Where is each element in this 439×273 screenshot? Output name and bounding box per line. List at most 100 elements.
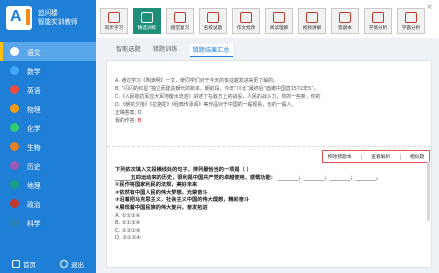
content-card: A. 通过学习《陶渊明》一文，使同学们对于今天的象征越发进来更了解的。 B. “… bbox=[106, 60, 432, 268]
q2-intro-prefix: ______五四运动来的历史，很利是中国共产党的卓越使用，感慨功能： bbox=[115, 174, 276, 181]
sidebar-item-label: 语文 bbox=[27, 48, 41, 57]
tool-icon bbox=[108, 12, 120, 23]
sidebar-item[interactable]: 数学 bbox=[0, 61, 96, 80]
sidebar-item-label: 物理 bbox=[27, 105, 41, 114]
toolbar-button[interactable]: 视频讲解 bbox=[298, 8, 326, 34]
brand-text: 追问楼 智能实训教师 bbox=[38, 9, 78, 27]
q2-choice-c[interactable]: C. ①③②④ bbox=[115, 228, 427, 236]
subject-icon bbox=[10, 85, 19, 94]
brand-line2: 智能实训教师 bbox=[38, 18, 78, 26]
action-separator bbox=[399, 153, 401, 160]
tab[interactable]: 错题训练 bbox=[153, 44, 178, 57]
sidebar-item[interactable]: 生物 bbox=[0, 137, 96, 156]
sidebar-item-label: 地理 bbox=[27, 181, 41, 190]
sidebar: A 追问楼 智能实训教师 语文数学英语物理化学生物历史地理政治科学 首页 退出 bbox=[0, 0, 96, 273]
correct-answer-value: D bbox=[137, 110, 142, 116]
subject-icon bbox=[10, 142, 19, 151]
my-answer: 我的作答: B bbox=[115, 117, 421, 125]
tool-icon bbox=[339, 12, 351, 23]
correct-answer-label: 正确答案: bbox=[115, 110, 137, 116]
tool-icon bbox=[207, 12, 219, 23]
sidebar-item-label: 数学 bbox=[27, 67, 41, 76]
subject-icon bbox=[10, 66, 19, 75]
toolbar-button-label: 视频讲解 bbox=[302, 26, 322, 31]
my-answer-label: 我的作答: bbox=[115, 118, 137, 124]
divider bbox=[107, 146, 431, 147]
question-actions: 移除错题本 查看解析 相似题 bbox=[322, 150, 430, 163]
toolbar-button[interactable]: 随堂复习 bbox=[166, 8, 194, 34]
action-separator bbox=[360, 153, 362, 160]
q1-option-c: C.《入民航抗军应大军地瓣水流泡》讲述了在敌方上的战役，人民的战斗力，你的一些新… bbox=[115, 94, 321, 100]
sidebar-item-label: 生物 bbox=[27, 143, 41, 152]
toolbar-button-label: 同步学习 bbox=[104, 26, 124, 31]
subject-nav: 语文数学英语物理化学生物历史地理政治科学 bbox=[0, 42, 96, 232]
subject-icon bbox=[10, 199, 19, 208]
question-1: A. 通过学习《陶渊明》一文，使同学们对于今天的象征越发进来更了解的。 B. “… bbox=[115, 77, 421, 125]
sidebar-item[interactable]: 物理 bbox=[0, 99, 96, 118]
toolbar-button[interactable]: 名校试题 bbox=[199, 8, 227, 34]
q2-choice-a[interactable]: A. ①②③④ bbox=[115, 213, 427, 221]
exit-label: 退出 bbox=[71, 261, 84, 269]
q1-option-d: D.《朝花夕拾》《拉骆驼》《经典传承阅》等作品对于中国的一般观看，也的一般人。 bbox=[115, 102, 297, 108]
toolbar-button[interactable]: 学霸分析 bbox=[397, 8, 425, 34]
sidebar-item-label: 历史 bbox=[27, 162, 41, 171]
sidebar-item-label: 政治 bbox=[27, 200, 41, 209]
tool-icon bbox=[174, 12, 186, 23]
q2-stem: 下列依次填入文段横线处的句子，排列最恰当的一项是（ ） bbox=[115, 167, 252, 173]
toolbar: × 同步学习 精选训练 随堂复习 名校试题 作文批改 阅读理解 视频讲解 错题本 学情分析 学霸分… bbox=[96, 0, 439, 38]
toolbar-button-label: 学情分析 bbox=[368, 26, 388, 31]
toolbar-button[interactable]: 精选训练 bbox=[133, 8, 161, 34]
sidebar-item-label: 英语 bbox=[27, 86, 41, 95]
subject-icon bbox=[10, 218, 19, 227]
toolbar-button-label: 精选训练 bbox=[137, 26, 157, 31]
sidebar-item[interactable]: 地理 bbox=[0, 175, 96, 194]
tab[interactable]: 错题结果汇总 bbox=[189, 44, 233, 57]
q2-choice-b[interactable]: B. ②①③④ bbox=[115, 220, 427, 228]
my-answer-value: B bbox=[137, 118, 142, 124]
view-analysis-link[interactable]: 查看解析 bbox=[371, 153, 390, 160]
q2-choice-d[interactable]: D. ③①②④ bbox=[115, 235, 427, 243]
tool-icon bbox=[372, 12, 384, 23]
toolbar-button[interactable]: 同步学习 bbox=[100, 8, 128, 34]
question-2: 下列依次填入文段横线处的句子，排列最恰当的一项是（ ） ______五四运动来的… bbox=[115, 167, 427, 243]
home-button[interactable]: 首页 bbox=[12, 259, 36, 269]
subject-icon bbox=[10, 123, 19, 132]
sidebar-item-label: 化学 bbox=[27, 124, 41, 133]
subject-icon bbox=[10, 180, 19, 189]
tool-icon bbox=[240, 12, 252, 23]
sidebar-item[interactable]: 科学 bbox=[0, 213, 96, 232]
sidebar-item[interactable]: 英语 bbox=[0, 80, 96, 99]
logo-accent bbox=[26, 9, 30, 25]
sidebar-item[interactable]: 语文 bbox=[0, 42, 96, 61]
q2-intro-blanks: ________；________；________；________。 bbox=[277, 174, 382, 181]
correct-answer: 正确答案: D bbox=[115, 109, 421, 117]
remove-from-wrongbook-link[interactable]: 移除错题本 bbox=[328, 153, 352, 160]
exit-button[interactable]: 退出 bbox=[60, 259, 84, 269]
tool-icon bbox=[141, 12, 153, 23]
home-label: 首页 bbox=[23, 261, 36, 269]
q2-item-3: ③沿着把马克思主义，社会主义中国的伟大理想，精彩奋斗 bbox=[115, 197, 250, 204]
sidebar-item[interactable]: 政治 bbox=[0, 194, 96, 213]
q2-item-4: ④展现着中国民族的伟大复兴，奋发拓进 bbox=[115, 204, 208, 211]
scrollbar[interactable] bbox=[427, 161, 430, 221]
toolbar-button-label: 随堂复习 bbox=[170, 26, 190, 31]
toolbar-button[interactable]: 学情分析 bbox=[364, 8, 392, 34]
tool-icon bbox=[306, 12, 318, 23]
sidebar-item[interactable]: 化学 bbox=[0, 118, 96, 137]
subject-icon bbox=[10, 47, 19, 56]
tool-icon bbox=[405, 12, 417, 23]
tab[interactable]: 智能选题 bbox=[116, 44, 141, 57]
toolbar-button-label: 错题本 bbox=[338, 26, 352, 31]
toolbar-button[interactable]: 阅读理解 bbox=[265, 8, 293, 34]
sidebar-footer: 首页 退出 bbox=[0, 259, 96, 269]
toolbar-button-label: 学霸分析 bbox=[401, 26, 421, 31]
similar-question-link[interactable]: 相似题 bbox=[410, 153, 424, 160]
brand: A 追问楼 智能实训教师 bbox=[0, 0, 96, 36]
sidebar-item[interactable]: 历史 bbox=[0, 156, 96, 175]
subject-icon bbox=[10, 161, 19, 170]
toolbar-button-label: 阅读理解 bbox=[269, 26, 289, 31]
toolbar-button[interactable]: 错题本 bbox=[331, 8, 359, 34]
power-icon bbox=[60, 260, 68, 268]
close-icon[interactable]: × bbox=[426, 2, 433, 11]
toolbar-button[interactable]: 作文批改 bbox=[232, 8, 260, 34]
